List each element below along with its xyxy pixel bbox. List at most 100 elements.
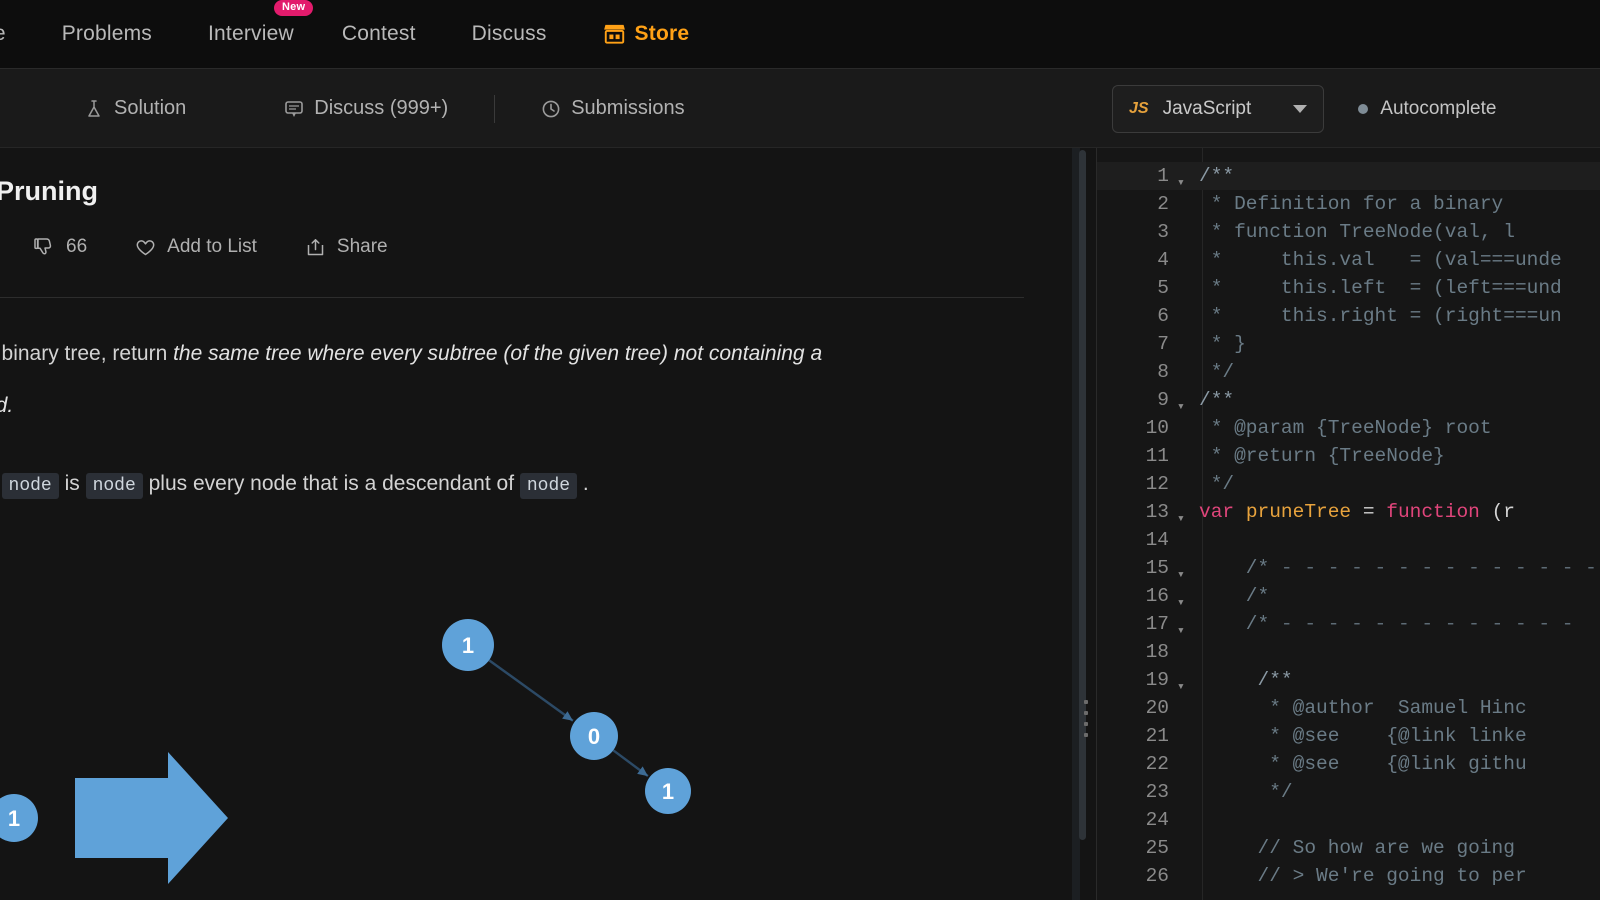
fold-toggle-icon[interactable]: ▾ [1177,666,1199,694]
code-lines[interactable]: 1 ▾/** 2 * Definition for a binary 3 * func… [1097,162,1600,890]
panel-resize-handle[interactable] [1084,700,1088,737]
code-line[interactable]: 26 // > We're going to per [1097,862,1600,890]
comment-icon [284,99,304,119]
dislike-button[interactable]: 66 [34,236,87,258]
code-chip-node-2: node [85,473,143,499]
language-selector[interactable]: JS JavaScript [1112,84,1325,133]
code-line[interactable]: 12 */ [1097,470,1600,498]
description-emphasis: the same tree where every subtree (of th… [173,342,823,365]
description-text-d: is [58,472,86,495]
nav-item-contest[interactable]: Contest [342,22,416,46]
code-line[interactable]: 9 ▾/** [1097,386,1600,414]
handle-dot [1084,711,1088,715]
nav-item-interview-label: Interview [208,22,294,45]
clock-icon [541,99,561,119]
line-number: 22 [1145,753,1169,775]
dislike-count: 66 [66,236,88,257]
code-line[interactable]: 17 ▾ /* - - - - - - - - - - - - - [1097,610,1600,638]
code-line[interactable]: 11 * @return {TreeNode} [1097,442,1600,470]
code-line[interactable]: 10 * @param {TreeNode} root [1097,414,1600,442]
code-line[interactable]: 24 [1097,806,1600,834]
share-button[interactable]: Share [305,236,388,258]
code-text: * this.right = (right===un [1199,305,1562,327]
handle-dot [1084,700,1088,704]
javascript-icon: JS [1129,99,1149,117]
code-text: * @author Samuel Hinc [1199,697,1527,719]
code-line[interactable]: 23 */ [1097,778,1600,806]
description-text-e: plus every node that is a descendant of [142,472,520,495]
tab-discuss[interactable]: Discuss (999+) [284,97,448,120]
handle-dot [1084,722,1088,726]
code-line[interactable]: 7 * } [1097,330,1600,358]
nav-item-discuss[interactable]: Discuss [472,22,547,46]
line-number: 3 [1157,221,1169,243]
line-number: 1 [1157,165,1169,187]
problem-action-row: 66 Add to List Share [34,236,388,258]
code-line[interactable]: 19 ▾ /** [1097,666,1600,694]
problem-tabs: Solution Discuss (999+) Submissions [0,69,1078,148]
nav-item-interview[interactable]: Interview New [208,0,314,46]
code-chip-node-3: node [519,473,578,499]
line-number: 11 [1145,445,1169,467]
code-editor[interactable]: 1 ▾/** 2 * Definition for a binary 3 * func… [1096,148,1600,900]
tab-discuss-label: Discuss (999+) [314,97,449,119]
code-line[interactable]: 16 ▾ /* [1097,582,1600,610]
fold-toggle-icon[interactable]: ▾ [1177,498,1199,526]
heart-icon [135,237,156,258]
code-line[interactable]: 21 * @see {@link linke [1097,722,1600,750]
fold-toggle-icon[interactable]: ▾ [1177,162,1199,190]
nav-item-explore[interactable]: plore [0,22,6,46]
nav-item-store-label: Store [634,22,690,45]
code-line[interactable]: 2 * Definition for a binary [1097,190,1600,218]
code-line[interactable]: 22 * @see {@link githu [1097,750,1600,778]
code-line[interactable]: 18 [1097,638,1600,666]
fold-toggle-icon[interactable]: ▾ [1177,386,1199,414]
code-line[interactable]: 4 * this.val = (val===unde [1097,246,1600,274]
code-line[interactable]: 1 ▾/** [1097,162,1600,190]
code-text: * function TreeNode(val, l [1199,221,1515,243]
problem-description-panel: Pruning 66 Add to List Share a binary tr… [0,148,1072,900]
code-line[interactable]: 13 ▾ var pruneTree = function (r [1097,498,1600,526]
code-text: * @see {@link linke [1199,725,1527,747]
code-text: /** [1199,165,1235,187]
description-paragraph-2: ed. [0,380,1034,432]
code-line[interactable]: 14 [1097,526,1600,554]
line-number: 7 [1157,333,1169,355]
code-line[interactable]: 8 */ [1097,358,1600,386]
autocomplete-toggle[interactable]: Autocomplete [1358,98,1496,120]
nav-item-problems[interactable]: Problems [62,22,152,46]
code-line[interactable]: 20 * @author Samuel Hinc [1097,694,1600,722]
tab-solution[interactable]: Solution [84,97,186,120]
code-line[interactable]: 15 ▾ /* - - - - - - - - - - - - - - - - [1097,554,1600,582]
code-text: */ [1199,781,1293,803]
toggle-dot-icon [1358,103,1369,114]
code-line[interactable]: 5 * this.left = (left===und [1097,274,1600,302]
nav-item-store[interactable]: Store [603,22,690,46]
description-text-f: . [577,472,589,495]
code-line[interactable]: 3 * function TreeNode(val, l [1097,218,1600,246]
handle-dot [1084,733,1088,737]
code-chip-node-1: node [1,473,59,499]
fold-toggle-icon[interactable]: ▾ [1177,610,1199,638]
code-line[interactable]: 6 * this.right = (right===un [1097,302,1600,330]
code-line[interactable]: 25 // So how are we going [1097,834,1600,862]
share-label: Share [336,236,388,257]
add-to-list-button[interactable]: Add to List [135,236,257,258]
description-paragraph-1: a binary tree, return the same tree wher… [0,328,1034,380]
fold-toggle-icon[interactable]: ▾ [1177,554,1199,582]
line-number: 4 [1157,249,1169,271]
code-text: * @return {TreeNode} [1199,445,1445,467]
tab-submissions[interactable]: Submissions [541,97,685,120]
line-number: 2 [1157,193,1169,215]
fold-toggle-icon[interactable]: ▾ [1177,582,1199,610]
flask-icon [84,99,104,119]
chevron-down-icon [1293,104,1308,113]
